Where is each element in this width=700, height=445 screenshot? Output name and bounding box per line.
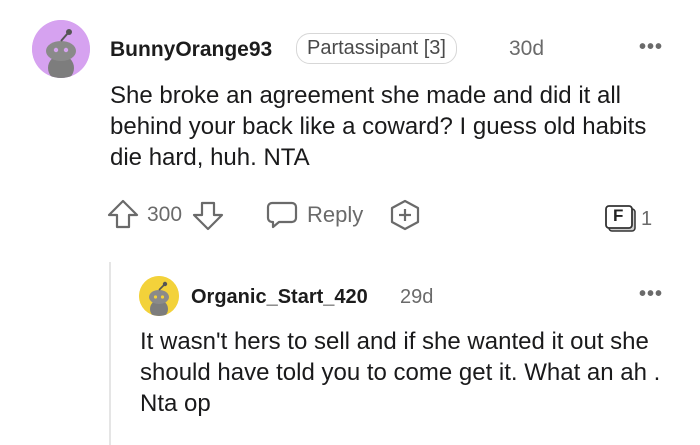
award-letter: F: [613, 206, 624, 225]
comment-timestamp: 30d: [509, 37, 545, 60]
comment-body: She broke an agreement she made and did …: [110, 82, 647, 171]
reply-more-options-icon[interactable]: •••: [639, 283, 663, 306]
downvote-icon[interactable]: [192, 201, 224, 231]
reply-bubble-icon: [266, 201, 298, 229]
reply-username[interactable]: Organic_Start_420: [191, 286, 368, 309]
upvote-icon[interactable]: [107, 199, 139, 229]
award-count: 1: [641, 208, 653, 230]
reply-user-avatar[interactable]: [139, 276, 179, 316]
reply-label: Reply: [307, 202, 364, 227]
user-avatar[interactable]: [32, 20, 90, 78]
comment-username[interactable]: BunnyOrange93: [110, 38, 272, 62]
reply-body: It wasn't hers to sell and if she wanted…: [140, 328, 661, 417]
award-plus-icon: [390, 199, 420, 231]
award-button[interactable]: [389, 199, 421, 231]
more-options-icon[interactable]: •••: [639, 36, 663, 59]
snoo-avatar-icon: [32, 20, 90, 78]
thread-line[interactable]: [109, 262, 111, 445]
snoo-avatar-icon: [139, 276, 179, 316]
reply-timestamp: 29d: [400, 286, 434, 308]
press-f-award-icon: F: [604, 204, 638, 234]
vote-count: 300: [147, 203, 183, 226]
user-flair: Partassipant [3]: [296, 33, 457, 64]
reply-button[interactable]: Reply: [264, 198, 374, 232]
